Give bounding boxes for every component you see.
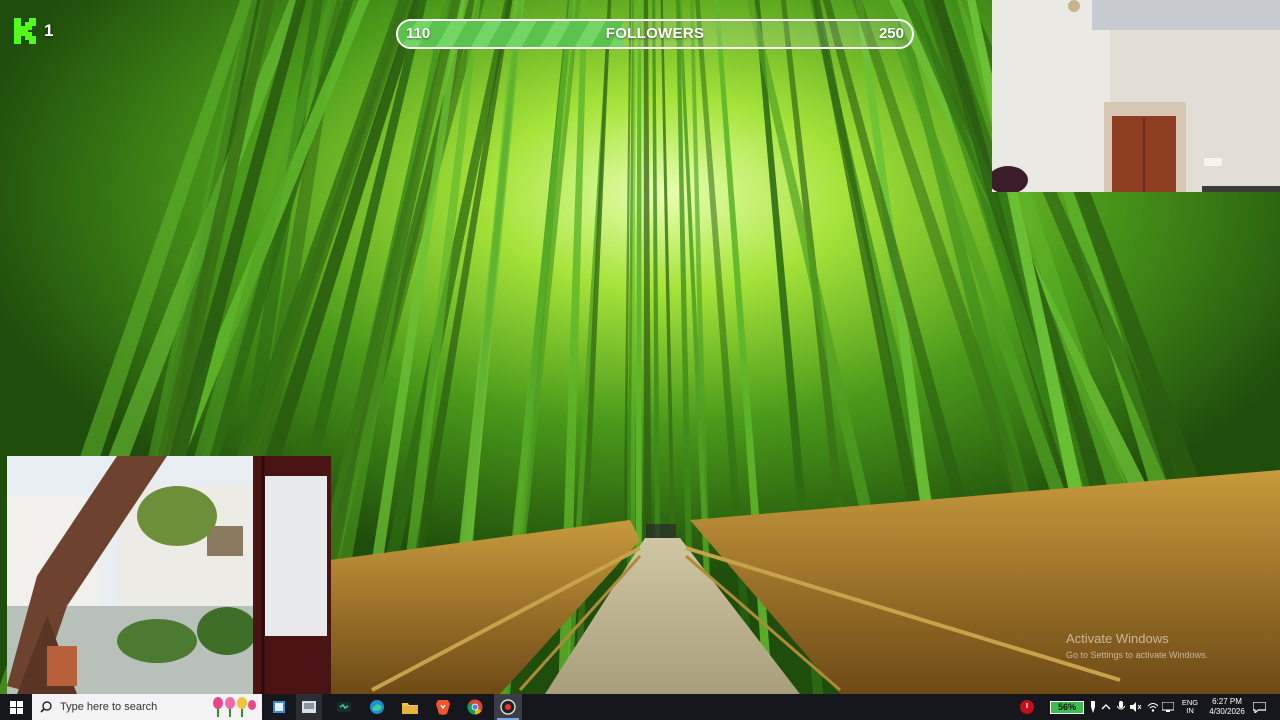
microphone-icon[interactable] (1113, 694, 1129, 720)
start-button[interactable] (0, 694, 32, 720)
speaker-muted-icon[interactable] (1128, 694, 1144, 720)
notifications-icon[interactable] (1250, 694, 1268, 720)
taskbar-search-box[interactable]: Type here to search (32, 694, 262, 720)
followers-label: FOLLOWERS (605, 25, 705, 42)
followers-goal-bar: 110 FOLLOWERS 250 (396, 19, 914, 49)
clock-time: 6:27 PM (1212, 697, 1242, 706)
windows-logo-icon (9, 700, 23, 714)
webcam-room-feed (992, 0, 1280, 192)
webcam-outdoor-feed (7, 456, 331, 694)
clock-date: 4/30/2026 (1209, 707, 1245, 716)
taskbar: Type here to search 56% ENG IN 6:27 PM 4… (0, 694, 1280, 720)
activate-windows-watermark: Activate Windows Go to Settings to activ… (1066, 631, 1208, 662)
search-placeholder: Type here to search (60, 701, 158, 713)
wifi-icon[interactable] (1145, 694, 1161, 720)
edge-browser-icon[interactable] (363, 694, 391, 720)
search-highlight-tulips-icon (213, 697, 256, 717)
chevron-up-icon[interactable] (1098, 694, 1114, 720)
kick-viewer-count: 1 (44, 21, 54, 40)
task-view-icon[interactable] (265, 694, 293, 720)
activate-windows-subtitle: Go to Settings to activate Windows. (1066, 650, 1209, 660)
followers-target: 250 (878, 25, 904, 42)
language-indicator[interactable]: ENG IN (1176, 694, 1204, 720)
search-icon (40, 701, 52, 713)
battery-indicator[interactable]: 56% (1048, 694, 1086, 720)
kick-logo-icon (14, 18, 36, 44)
language-region: IN (1186, 706, 1194, 715)
activate-windows-title: Activate Windows (1066, 631, 1169, 646)
antivirus-alert-icon[interactable] (1017, 694, 1037, 720)
folder-icon[interactable] (396, 694, 424, 720)
media-player-icon[interactable] (330, 694, 358, 720)
display-icon[interactable] (1160, 694, 1176, 720)
taskbar-clock[interactable]: 6:27 PM 4/30/2026 (1202, 694, 1252, 720)
kick-badge: 1 (14, 18, 53, 44)
battery-percent: 56% (1050, 700, 1084, 714)
file-explorer-icon[interactable] (296, 694, 322, 720)
screen-recorder-icon[interactable] (494, 694, 522, 720)
brave-browser-icon[interactable] (429, 694, 457, 720)
chrome-browser-icon[interactable] (461, 694, 489, 720)
